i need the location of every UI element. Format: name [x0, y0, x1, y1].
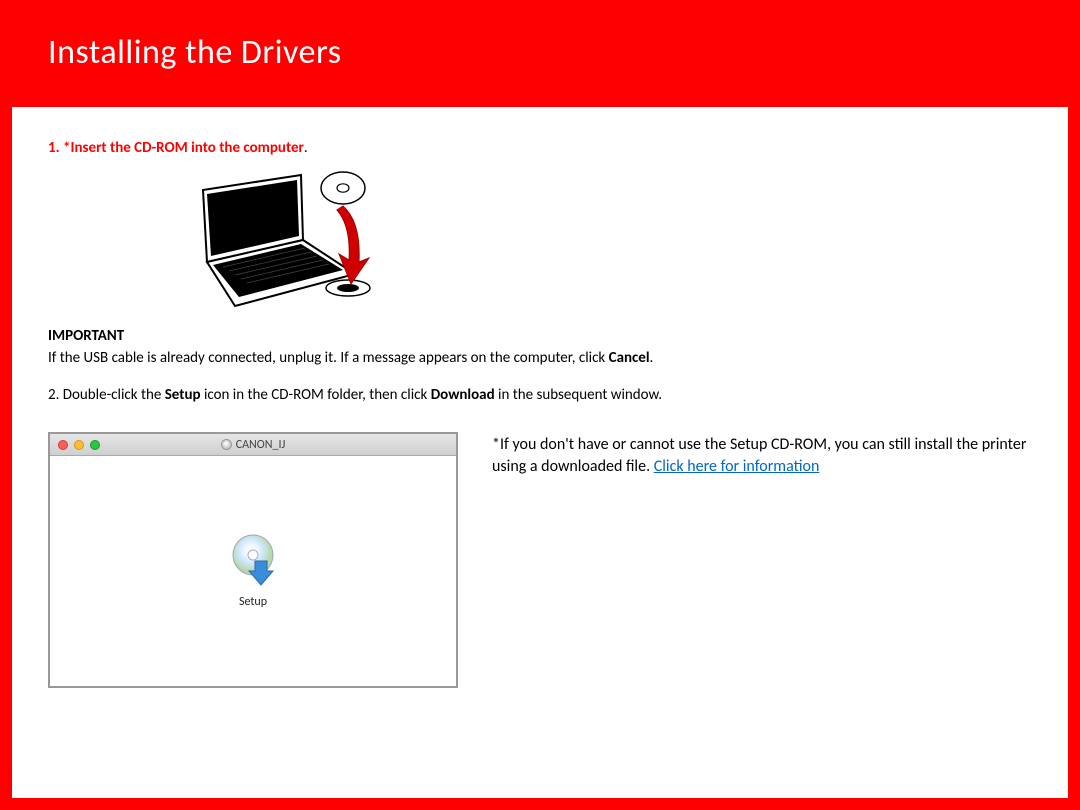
mac-finder-window: CANON_IJ	[48, 432, 458, 688]
important-cancel-bold: Cancel	[609, 349, 650, 367]
mac-window-title-text: CANON_IJ	[236, 436, 286, 454]
cd-icon	[221, 439, 232, 450]
page-container: Installing the Drivers 1. *Insert the CD…	[12, 12, 1068, 798]
step-1-text: Insert the CD-ROM into the computer	[70, 139, 303, 157]
step-1-number: 1. *	[48, 139, 70, 157]
page-title: Installing the Drivers	[48, 32, 1032, 73]
traffic-lights	[58, 440, 100, 450]
setup-app-icon[interactable]	[225, 531, 281, 587]
step-1-period: .	[304, 139, 308, 157]
setup-label: Setup	[239, 593, 267, 611]
mac-titlebar: CANON_IJ	[50, 434, 456, 456]
step-2-mid: icon in the CD-ROM folder, then click	[201, 386, 431, 404]
step-2-download-bold: Download	[431, 386, 495, 404]
cd-disc-icon	[321, 172, 365, 204]
two-column-row: CANON_IJ	[48, 432, 1032, 688]
step-2-text: 2. Double-click the Setup icon in the CD…	[48, 384, 1032, 407]
important-label: IMPORTANT	[48, 325, 1032, 348]
header-band: Installing the Drivers	[12, 12, 1068, 107]
close-icon[interactable]	[58, 440, 68, 450]
laptop-cd-illustration	[183, 170, 393, 315]
page-number: 6	[1050, 781, 1058, 800]
step-2-setup-bold: Setup	[165, 386, 201, 404]
important-text-after: .	[650, 349, 654, 367]
mac-window-body: Setup	[50, 456, 456, 686]
zoom-icon[interactable]	[90, 440, 100, 450]
download-info-link[interactable]: Click here for information	[654, 457, 820, 476]
important-text: If the USB cable is already connected, u…	[48, 347, 1032, 370]
aside-note: *If you don't have or cannot use the Set…	[492, 434, 1032, 479]
step-1-heading: 1. *Insert the CD-ROM into the computer.	[48, 137, 1032, 160]
important-text-before: If the USB cable is already connected, u…	[48, 349, 609, 367]
mac-window-title: CANON_IJ	[50, 436, 456, 454]
step-2-suffix: in the subsequent window.	[495, 386, 662, 404]
content-area: 1. *Insert the CD-ROM into the computer.	[12, 107, 1068, 688]
step-2-prefix: 2. Double-click the	[48, 386, 165, 404]
minimize-icon[interactable]	[74, 440, 84, 450]
